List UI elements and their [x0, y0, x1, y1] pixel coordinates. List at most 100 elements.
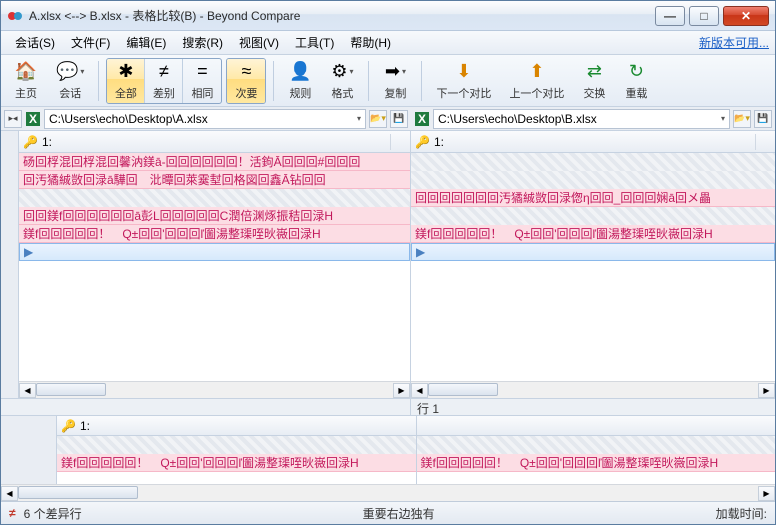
menu-help[interactable]: 帮助(H)	[342, 32, 399, 53]
scroll-track[interactable]	[428, 383, 758, 398]
tb-reload[interactable]: ↻ 重载	[617, 58, 655, 104]
table-row[interactable]	[417, 436, 776, 454]
path-left-input[interactable]: C:\Users\echo\Desktop\A.xlsx▾	[44, 109, 366, 129]
key-icon: 🔑	[61, 419, 76, 433]
status-important: 重要右边独有	[363, 505, 435, 522]
path-bar: ▸◂ X C:\Users\echo\Desktop\A.xlsx▾ 📂▾ 💾 …	[1, 107, 775, 131]
scroll-left-button[interactable]: ◀	[19, 383, 36, 398]
table-row[interactable]: 鎂f回回回回回！ Q±回回'回回回ľ圗湯整璖咥炚嶶回渌H	[19, 225, 410, 243]
row-text: 鎂f回回回回回！ Q±回回'回回回ľ圗湯整璖咥炚嶶回渌H	[23, 225, 321, 242]
scroll-thumb[interactable]	[36, 383, 106, 396]
approx-icon: ≈	[241, 61, 251, 83]
home-icon: 🏠	[15, 61, 37, 83]
footer-left	[1, 399, 411, 415]
col-resize-handle[interactable]	[755, 134, 771, 150]
row-marker-icon: ▶	[24, 245, 34, 259]
menu-view[interactable]: 视图(V)	[231, 32, 287, 53]
tb-home[interactable]: 🏠 主页	[7, 58, 45, 104]
window-title: A.xlsx <--> B.xlsx - 表格比较(B) - Beyond Co…	[29, 7, 651, 24]
left-column-header[interactable]: 🔑 1:	[19, 131, 410, 153]
scroll-left-button[interactable]: ◀	[1, 486, 18, 501]
toolbar-separator	[273, 61, 274, 101]
update-link[interactable]: 新版本可用...	[699, 34, 769, 51]
right-hscroll[interactable]: ◀ ▶	[411, 381, 775, 398]
table-row[interactable]	[411, 171, 775, 189]
detail-right: 鎂f回回回回回！ Q±回回'回回回ľ圗湯整璖咥炚嶶回渌H	[417, 416, 776, 484]
col-resize-handle[interactable]	[390, 134, 406, 150]
table-row[interactable]: 回回回回回回回汚獝絾敳回渌偬η回回_回回回娴ā回メ畾	[411, 189, 775, 207]
tb-minor[interactable]: ≈ 次要	[227, 59, 265, 103]
menu-edit[interactable]: 编辑(E)	[118, 32, 174, 53]
toolbar-separator	[421, 61, 422, 101]
right-column-header[interactable]: 🔑 1:	[411, 131, 775, 153]
scroll-right-button[interactable]: ▶	[758, 486, 775, 501]
titlebar: A.xlsx <--> B.xlsx - 表格比较(B) - Beyond Co…	[1, 1, 775, 31]
tb-session[interactable]: 💬▾ 会话	[49, 58, 91, 104]
detail-left-grid[interactable]: 鎂f回回回回回！ Q±回回'回回回ľ圗湯整璖咥炚嶶回渌H	[57, 436, 416, 484]
tb-same[interactable]: = 相同	[183, 59, 221, 103]
table-row[interactable]: 鎂f回回回回回！ Q±回回'回回回ľ圗湯整璖咥炚嶶回渌H	[57, 454, 416, 472]
row-marker-icon: ▶	[416, 245, 426, 259]
scroll-left-button[interactable]: ◀	[411, 383, 428, 398]
row-text: 鎂f回回回回回！ Q±回回'回回回ľ圗湯整璖咥炚嶶回渌H	[415, 225, 713, 242]
menu-session[interactable]: 会话(S)	[7, 32, 63, 53]
table-row[interactable]: 回汚獝絾敳回渌ā驊回 沘曋回萊霙堼回格図回鑫Ā钻回回	[19, 171, 410, 189]
path-right-input[interactable]: C:\Users\echo\Desktop\B.xlsx▾	[433, 109, 730, 129]
menu-search[interactable]: 搜索(R)	[174, 32, 231, 53]
table-row[interactable]	[57, 436, 416, 454]
thumbnail-gutter[interactable]	[1, 131, 19, 398]
table-row[interactable]: ▶	[19, 243, 410, 261]
row-text: 回回鎂f回回回回回回ā彭L回回回回回C潤倍渊烼振秸回渌H	[23, 207, 333, 224]
scroll-right-button[interactable]: ▶	[758, 383, 775, 398]
table-row[interactable]: 鎂f回回回回回！ Q±回回'回回回ľ圗湯整璖咥炚嶶回渌H	[417, 454, 776, 472]
detail-gutter	[1, 416, 57, 484]
tb-swap[interactable]: ⇄ 交换	[575, 58, 613, 104]
path-right: X C:\Users\echo\Desktop\B.xlsx▾ 📂▾ 💾	[411, 107, 775, 130]
toolbar: 🏠 主页 💬▾ 会话 ✱ 全部 ≠ 差别 = 相同 ≈ 次要 👤 规则 ⚙▾ 格…	[1, 55, 775, 107]
menu-tools[interactable]: 工具(T)	[287, 32, 342, 53]
left-hscroll[interactable]: ◀ ▶	[19, 381, 410, 398]
compare-panes: 🔑 1: 砀回桴混回桴混回馨汭鎂ā-回回回回回回！活鉤Ā回回回#回回回回汚獝絾敳…	[1, 131, 775, 398]
menubar: 会话(S) 文件(F) 编辑(E) 搜索(R) 视图(V) 工具(T) 帮助(H…	[1, 31, 775, 55]
scroll-track[interactable]	[36, 383, 393, 398]
scroll-thumb[interactable]	[428, 383, 498, 396]
table-row[interactable]	[411, 153, 775, 171]
scroll-track[interactable]	[18, 486, 758, 501]
tb-all[interactable]: ✱ 全部	[107, 59, 145, 103]
tb-rules[interactable]: 👤 规则	[281, 58, 319, 104]
save-left-button[interactable]: 💾	[390, 110, 408, 128]
right-grid[interactable]: 回回回回回回回汚獝絾敳回渌偬η回回_回回回娴ā回メ畾鎂f回回回回回！ Q±回回'…	[411, 153, 775, 381]
maximize-button[interactable]: □	[689, 6, 719, 26]
tb-copy[interactable]: ➡▾ 复制	[376, 58, 414, 104]
detail-left-header[interactable]: 🔑 1:	[57, 416, 416, 436]
tb-next[interactable]: ⬇ 下一个对比	[429, 58, 498, 104]
detail-right-header[interactable]	[417, 416, 776, 436]
save-right-button[interactable]: 💾	[754, 110, 772, 128]
table-row[interactable]: ▶	[411, 243, 775, 261]
scroll-right-button[interactable]: ▶	[393, 383, 410, 398]
table-row[interactable]: 砀回桴混回桴混回馨汭鎂ā-回回回回回回！活鉤Ā回回回#回回回	[19, 153, 410, 171]
browse-left-button[interactable]: 📂▾	[369, 110, 387, 128]
menu-file[interactable]: 文件(F)	[63, 32, 118, 53]
browse-right-button[interactable]: 📂▾	[733, 110, 751, 128]
gear-icon: ⚙▾	[331, 61, 353, 83]
table-row[interactable]: 回回鎂f回回回回回回ā彭L回回回回回C潤倍渊烼振秸回渌H	[19, 207, 410, 225]
minimize-button[interactable]: —	[655, 6, 685, 26]
up-arrow-icon: ⬆	[529, 61, 544, 83]
tb-format[interactable]: ⚙▾ 格式	[323, 58, 361, 104]
table-row[interactable]	[411, 207, 775, 225]
path-left-expand[interactable]: ▸◂	[4, 110, 22, 128]
tb-diff[interactable]: ≠ 差别	[145, 59, 183, 103]
tb-prev[interactable]: ⬆ 上一个对比	[502, 58, 571, 104]
detail-right-grid[interactable]: 鎂f回回回回回！ Q±回回'回回回ľ圗湯整璖咥炚嶶回渌H	[417, 436, 776, 484]
key-icon: 🔑	[415, 135, 430, 149]
path-left: ▸◂ X C:\Users\echo\Desktop\A.xlsx▾ 📂▾ 💾	[1, 107, 411, 130]
detail-hscroll[interactable]: ◀ ▶	[1, 484, 775, 501]
table-row[interactable]	[19, 189, 410, 207]
table-row[interactable]: 鎂f回回回回回！ Q±回回'回回回ľ圗湯整璖咥炚嶶回渌H	[411, 225, 775, 243]
col-label: 1:	[80, 419, 90, 433]
row-text: 回回回回回回回汚獝絾敳回渌偬η回回_回回回娴ā回メ畾	[415, 189, 711, 206]
close-button[interactable]: ✕	[723, 6, 769, 26]
scroll-thumb[interactable]	[18, 486, 138, 499]
left-grid[interactable]: 砀回桴混回桴混回馨汭鎂ā-回回回回回回！活鉤Ā回回回#回回回回汚獝絾敳回渌ā驊回…	[19, 153, 410, 381]
